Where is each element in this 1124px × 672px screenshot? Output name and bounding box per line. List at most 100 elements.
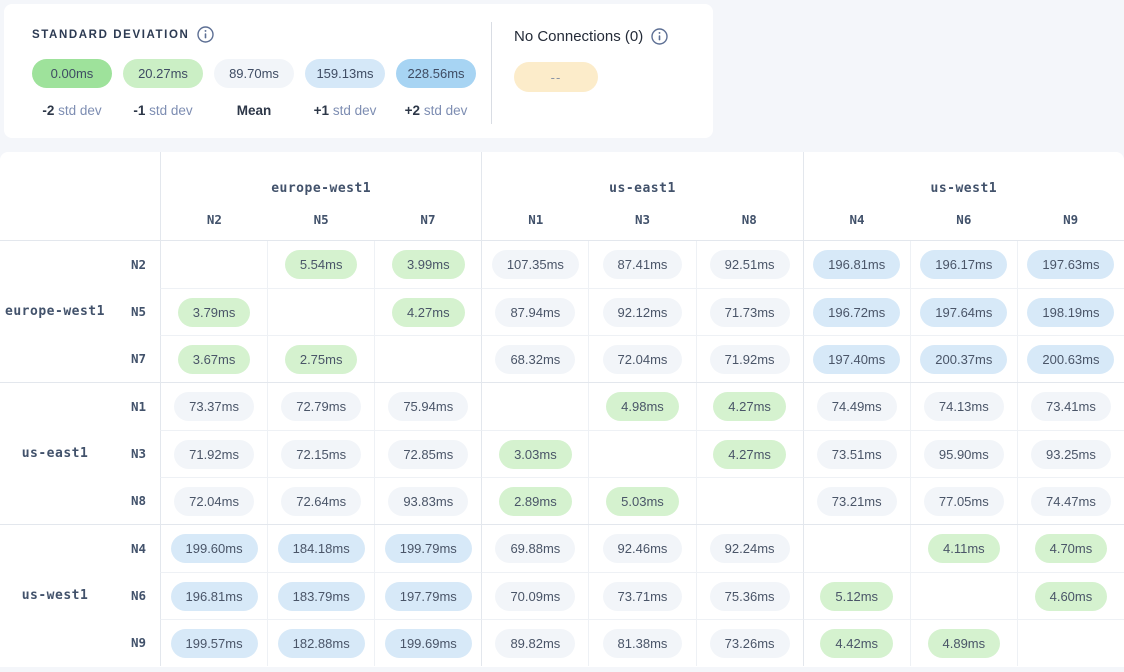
latency-pill[interactable]: 3.67ms [178,345,251,374]
latency-pill[interactable]: 3.99ms [392,250,465,279]
latency-cell: 92.51ms [696,241,803,288]
latency-pill[interactable]: 199.60ms [171,534,258,563]
latency-cell: 4.27ms [696,383,803,430]
latency-pill[interactable]: 73.51ms [817,440,897,469]
info-icon[interactable] [197,26,214,43]
latency-cell [481,383,588,430]
latency-cell: 73.51ms [803,430,910,477]
latency-pill[interactable]: 71.92ms [174,440,254,469]
latency-pill[interactable]: 77.05ms [924,487,1004,516]
latency-pill[interactable]: 196.81ms [813,250,900,279]
latency-pill[interactable]: 4.27ms [713,392,786,421]
latency-pill[interactable]: 196.17ms [920,250,1007,279]
latency-pill[interactable]: 197.64ms [920,298,1007,327]
latency-pill[interactable]: 200.37ms [920,345,1007,374]
latency-pill[interactable]: 199.57ms [171,629,258,658]
latency-cell: 4.11ms [910,525,1017,572]
latency-pill[interactable]: 73.21ms [817,487,897,516]
latency-cell: 81.38ms [588,619,695,666]
info-icon[interactable] [651,28,668,45]
latency-pill[interactable]: 199.79ms [385,534,472,563]
latency-pill[interactable]: 197.63ms [1027,250,1114,279]
latency-pill[interactable]: 5.03ms [606,487,679,516]
latency-pill[interactable]: 199.69ms [385,629,472,658]
latency-pill[interactable]: 184.18ms [278,534,365,563]
latency-pill[interactable]: 69.88ms [495,534,575,563]
latency-cell: 92.46ms [588,525,695,572]
latency-pill[interactable]: 2.75ms [285,345,358,374]
latency-pill[interactable]: 73.37ms [174,392,254,421]
latency-pill[interactable]: 92.12ms [603,298,683,327]
latency-pill[interactable]: 81.38ms [603,629,683,658]
latency-pill[interactable]: 3.03ms [499,440,572,469]
latency-pill[interactable]: 72.64ms [281,487,361,516]
latency-cell: 107.35ms [481,241,588,288]
latency-pill[interactable]: 74.49ms [817,392,897,421]
latency-pill[interactable]: 107.35ms [492,250,579,279]
latency-pill[interactable]: 68.32ms [495,345,575,374]
latency-cell: 87.41ms [588,241,695,288]
latency-pill[interactable]: 198.19ms [1027,298,1114,327]
latency-cell: 72.04ms [160,477,267,524]
latency-pill[interactable]: 4.27ms [392,298,465,327]
latency-pill[interactable]: 74.47ms [1031,487,1111,516]
row-header-n2: N2 [110,241,160,288]
latency-cell: 196.17ms [910,241,1017,288]
latency-pill[interactable]: 4.11ms [928,534,1000,563]
latency-pill[interactable]: 72.85ms [388,440,468,469]
latency-pill[interactable]: 183.79ms [278,582,365,611]
latency-pill[interactable]: 2.89ms [499,487,572,516]
latency-pill[interactable]: 95.90ms [924,440,1004,469]
latency-pill[interactable]: 200.63ms [1027,345,1114,374]
latency-pill[interactable]: 72.79ms [281,392,361,421]
latency-pill[interactable]: 92.24ms [710,534,790,563]
latency-pill[interactable]: 4.89ms [928,629,1001,658]
latency-pill[interactable]: 70.09ms [495,582,575,611]
latency-cell [374,335,481,382]
latency-pill[interactable]: 4.27ms [713,440,786,469]
stddev-label-plus2: +2 std dev [396,103,476,118]
latency-pill[interactable]: 73.26ms [710,629,790,658]
latency-cell: 72.64ms [267,477,374,524]
latency-pill[interactable]: 4.42ms [820,629,893,658]
band-cells: 73.37ms 72.79ms 75.94ms 4.98ms 4.27ms 74.49ms… [160,383,1124,524]
latency-pill[interactable]: 3.79ms [178,298,251,327]
stddev-pill-minus2: 0.00ms [32,59,112,88]
latency-cell: 200.63ms [1017,335,1124,382]
latency-pill[interactable]: 4.60ms [1035,582,1108,611]
latency-cell: 197.40ms [803,335,910,382]
latency-pill[interactable]: 92.46ms [603,534,683,563]
latency-cell: 74.47ms [1017,477,1124,524]
latency-pill[interactable]: 71.73ms [710,298,790,327]
latency-pill[interactable]: 93.25ms [1031,440,1111,469]
latency-pill[interactable]: 93.83ms [388,487,468,516]
latency-pill[interactable]: 73.41ms [1031,392,1111,421]
latency-pill[interactable]: 4.70ms [1035,534,1108,563]
latency-pill[interactable]: 89.82ms [495,629,575,658]
latency-pill[interactable]: 4.98ms [606,392,679,421]
latency-pill[interactable]: 71.92ms [710,345,790,374]
latency-pill[interactable]: 5.54ms [285,250,358,279]
latency-pill[interactable]: 75.94ms [388,392,468,421]
latency-pill[interactable]: 197.79ms [385,582,472,611]
latency-pill[interactable]: 196.81ms [171,582,258,611]
latency-pill[interactable]: 72.15ms [281,440,361,469]
row-region-label: us-east1 [0,383,110,524]
latency-pill[interactable]: 72.04ms [174,487,254,516]
latency-pill[interactable]: 87.94ms [495,298,575,327]
latency-cell: 199.69ms [374,619,481,666]
latency-pill[interactable]: 197.40ms [813,345,900,374]
latency-pill[interactable]: 92.51ms [710,250,790,279]
latency-pill[interactable]: 182.88ms [278,629,365,658]
latency-pill[interactable]: 72.04ms [603,345,683,374]
latency-pill[interactable]: 87.41ms [603,250,683,279]
latency-pill[interactable]: 75.36ms [710,582,790,611]
latency-cell: 3.79ms [160,288,267,335]
latency-pill[interactable]: 5.12ms [820,582,893,611]
latency-pill[interactable]: 74.13ms [924,392,1004,421]
stddev-scale: 0.00ms -2 std dev 20.27ms -1 std dev 89.… [32,59,476,118]
latency-pill[interactable]: 196.72ms [813,298,900,327]
latency-cell: 95.90ms [910,430,1017,477]
latency-pill[interactable]: 73.71ms [603,582,683,611]
latency-cell: 70.09ms [481,572,588,619]
